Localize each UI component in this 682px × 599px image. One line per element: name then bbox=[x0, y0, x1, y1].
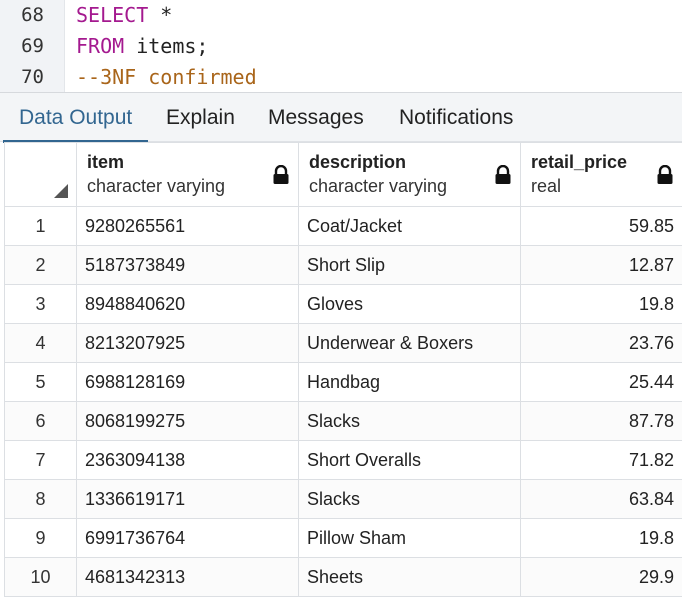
column-type: character varying bbox=[87, 176, 226, 196]
cell-item[interactable]: 6988128169 bbox=[76, 362, 299, 402]
line-number: 68 bbox=[21, 4, 44, 26]
cell-description[interactable]: Short Overalls bbox=[298, 440, 521, 480]
table-row[interactable]: 4 8213207925 Underwear & Boxers 23.76 bbox=[4, 323, 682, 363]
table-row[interactable]: 7 2363094138 Short Overalls 71.82 bbox=[4, 440, 682, 480]
row-number[interactable]: 6 bbox=[4, 401, 77, 441]
table-row[interactable]: 2 5187373849 Short Slip 12.87 bbox=[4, 245, 682, 285]
lock-icon bbox=[273, 165, 289, 184]
cell-item[interactable]: 8068199275 bbox=[76, 401, 299, 441]
cell-retail-price[interactable]: 19.8 bbox=[520, 518, 682, 558]
sql-keyword: FROM bbox=[76, 34, 125, 58]
cell-retail-price[interactable]: 12.87 bbox=[520, 245, 682, 285]
code-text[interactable]: SELECT * bbox=[76, 0, 172, 30]
header-row: item character varying description chara… bbox=[4, 142, 682, 207]
line-number: 69 bbox=[21, 35, 44, 57]
code-line[interactable]: 68 SELECT * bbox=[0, 0, 682, 32]
tab-explain[interactable]: Explain bbox=[166, 93, 235, 141]
tab-notifications[interactable]: Notifications bbox=[399, 93, 513, 141]
cell-item[interactable]: 4681342313 bbox=[76, 557, 299, 597]
cell-retail-price[interactable]: 63.84 bbox=[520, 479, 682, 519]
row-number[interactable]: 1 bbox=[4, 206, 77, 246]
cell-description[interactable]: Underwear & Boxers bbox=[298, 323, 521, 363]
select-all-icon bbox=[54, 184, 68, 198]
cell-item[interactable]: 9280265561 bbox=[76, 206, 299, 246]
cell-retail-price[interactable]: 25.44 bbox=[520, 362, 682, 402]
result-tabs: Data Output Explain Messages Notificatio… bbox=[0, 92, 682, 143]
select-all-corner[interactable] bbox=[4, 142, 77, 207]
sql-text: * bbox=[148, 3, 173, 27]
cell-description[interactable]: Gloves bbox=[298, 284, 521, 324]
column-name: retail_price bbox=[531, 152, 628, 172]
cell-description[interactable]: Pillow Sham bbox=[298, 518, 521, 558]
column-header-description[interactable]: description character varying bbox=[298, 142, 521, 207]
code-line[interactable]: 69 FROM items; bbox=[0, 31, 682, 63]
cell-retail-price[interactable]: 23.76 bbox=[520, 323, 682, 363]
lock-icon bbox=[657, 165, 673, 184]
tab-data-output[interactable]: Data Output bbox=[2, 93, 149, 143]
column-type: character varying bbox=[309, 176, 448, 196]
cell-retail-price[interactable]: 29.9 bbox=[520, 557, 682, 597]
cell-description[interactable]: Slacks bbox=[298, 401, 521, 441]
row-number[interactable]: 10 bbox=[4, 557, 77, 597]
code-line[interactable]: 70 --3NF confirmed bbox=[0, 62, 682, 92]
cell-description[interactable]: Slacks bbox=[298, 479, 521, 519]
table-row[interactable]: 3 8948840620 Gloves 19.8 bbox=[4, 284, 682, 324]
row-number[interactable]: 2 bbox=[4, 245, 77, 285]
column-type: real bbox=[531, 176, 562, 196]
cell-item[interactable]: 2363094138 bbox=[76, 440, 299, 480]
cell-item[interactable]: 8213207925 bbox=[76, 323, 299, 363]
cell-description[interactable]: Short Slip bbox=[298, 245, 521, 285]
code-text[interactable]: FROM items; bbox=[76, 31, 208, 61]
cell-item[interactable]: 5187373849 bbox=[76, 245, 299, 285]
sql-editor[interactable]: 68 SELECT * 69 FROM items; 70 --3NF conf… bbox=[0, 0, 682, 92]
cell-retail-price[interactable]: 87.78 bbox=[520, 401, 682, 441]
row-number[interactable]: 8 bbox=[4, 479, 77, 519]
table-row[interactable]: 10 4681342313 Sheets 29.9 bbox=[4, 557, 682, 597]
column-name: item bbox=[87, 152, 125, 172]
row-number[interactable]: 9 bbox=[4, 518, 77, 558]
row-number[interactable]: 3 bbox=[4, 284, 77, 324]
data-output-grid: item character varying description chara… bbox=[4, 142, 682, 597]
cell-item[interactable]: 6991736764 bbox=[76, 518, 299, 558]
cell-item[interactable]: 1336619171 bbox=[76, 479, 299, 519]
sql-text: items; bbox=[124, 34, 209, 58]
sql-keyword: SELECT bbox=[76, 3, 149, 27]
column-header-item[interactable]: item character varying bbox=[76, 142, 299, 207]
row-number[interactable]: 4 bbox=[4, 323, 77, 363]
column-header-retail-price[interactable]: retail_price real bbox=[520, 142, 682, 207]
cell-item[interactable]: 8948840620 bbox=[76, 284, 299, 324]
table-row[interactable]: 5 6988128169 Handbag 25.44 bbox=[4, 362, 682, 402]
cell-retail-price[interactable]: 19.8 bbox=[520, 284, 682, 324]
line-number: 70 bbox=[21, 66, 44, 88]
table-row[interactable]: 1 9280265561 Coat/Jacket 59.85 bbox=[4, 206, 682, 246]
sql-comment: --3NF confirmed bbox=[76, 65, 257, 89]
tab-messages[interactable]: Messages bbox=[268, 93, 364, 141]
cell-description[interactable]: Coat/Jacket bbox=[298, 206, 521, 246]
row-number[interactable]: 7 bbox=[4, 440, 77, 480]
row-number[interactable]: 5 bbox=[4, 362, 77, 402]
table-row[interactable]: 6 8068199275 Slacks 87.78 bbox=[4, 401, 682, 441]
lock-icon bbox=[495, 165, 511, 184]
column-name: description bbox=[309, 152, 407, 172]
table-row[interactable]: 8 1336619171 Slacks 63.84 bbox=[4, 479, 682, 519]
table-row[interactable]: 9 6991736764 Pillow Sham 19.8 bbox=[4, 518, 682, 558]
cell-retail-price[interactable]: 59.85 bbox=[520, 206, 682, 246]
code-text[interactable]: --3NF confirmed bbox=[76, 62, 257, 92]
cell-description[interactable]: Sheets bbox=[298, 557, 521, 597]
cell-retail-price[interactable]: 71.82 bbox=[520, 440, 682, 480]
result-table: item character varying description chara… bbox=[4, 142, 682, 597]
cell-description[interactable]: Handbag bbox=[298, 362, 521, 402]
